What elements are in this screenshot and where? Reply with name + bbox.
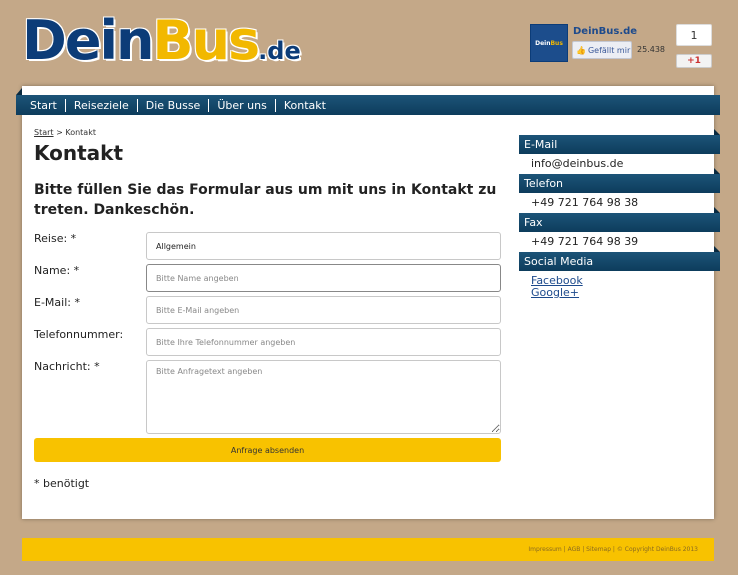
- breadcrumb: Start > Kontakt: [34, 128, 96, 137]
- reise-label: Reise: *: [34, 232, 77, 245]
- phone-label: Telefonnummer:: [34, 328, 124, 341]
- logo-bus-text: Bus: [152, 9, 260, 72]
- google-plus-button[interactable]: +1: [676, 54, 712, 68]
- sidebar-googleplus-link[interactable]: Google+: [531, 286, 579, 299]
- page-title: Kontakt: [34, 141, 124, 165]
- sidebar-phone-value: +49 721 764 98 38: [531, 196, 639, 209]
- logo-dein-text: Dein: [22, 9, 154, 72]
- intro-text: Bitte füllen Sie das Formular aus um mit…: [34, 182, 497, 218]
- google-plus-widget: 1 +1: [676, 24, 712, 68]
- google-plus-count: 1: [676, 24, 712, 46]
- facebook-like-box: Dein Bus DeinBus.de 👍 Gefällt mir 25.438: [530, 24, 668, 62]
- google-plus-label: +1: [687, 56, 701, 66]
- footer-bar: Impressum | AGB | Sitemap | © Copyright …: [22, 538, 714, 561]
- breadcrumb-separator: >: [53, 128, 66, 137]
- sidebar-fold-decoration: [714, 207, 720, 213]
- thumbs-up-icon: 👍: [576, 45, 586, 55]
- sidebar-heading-email: E-Mail: [519, 135, 720, 154]
- name-label: Name: *: [34, 264, 80, 277]
- sidebar-fold-decoration: [714, 129, 720, 135]
- sidebar-heading-fax: Fax: [519, 213, 720, 232]
- footer-links[interactable]: Impressum | AGB | Sitemap | © Copyright …: [528, 546, 698, 553]
- nav-item-start[interactable]: Start: [22, 98, 66, 112]
- facebook-like-button[interactable]: 👍 Gefällt mir: [572, 41, 632, 59]
- fb-thumb-dein: Dein: [535, 39, 551, 47]
- sidebar-fold-decoration: [714, 168, 720, 174]
- email-field[interactable]: [146, 296, 501, 324]
- logo-tld-text: .de: [258, 37, 301, 65]
- nav-item-reiseziele[interactable]: Reiseziele: [66, 98, 138, 112]
- message-field[interactable]: [146, 360, 501, 434]
- breadcrumb-current: Kontakt: [65, 128, 96, 137]
- site-logo[interactable]: DeinBus.de: [22, 14, 301, 68]
- breadcrumb-home-link[interactable]: Start: [34, 128, 54, 137]
- message-label: Nachricht: *: [34, 360, 100, 373]
- main-navigation: Start Reiseziele Die Busse Über uns Kont…: [16, 95, 720, 115]
- facebook-page-name[interactable]: DeinBus.de: [573, 26, 637, 37]
- facebook-like-label: Gefällt mir: [587, 45, 631, 55]
- reise-field[interactable]: [146, 232, 501, 260]
- nav-item-die-busse[interactable]: Die Busse: [138, 98, 210, 112]
- fb-thumb-bus: Bus: [550, 39, 563, 47]
- name-field[interactable]: [146, 264, 501, 292]
- phone-field[interactable]: [146, 328, 501, 356]
- nav-fold-decoration: [16, 88, 22, 95]
- nav-item-ueber-uns[interactable]: Über uns: [209, 98, 276, 112]
- facebook-page-thumbnail[interactable]: Dein Bus: [530, 24, 568, 62]
- sidebar-fax-value: +49 721 764 98 39: [531, 235, 639, 248]
- submit-button[interactable]: Anfrage absenden: [34, 438, 501, 462]
- sidebar-heading-social-media: Social Media: [519, 252, 720, 271]
- email-label: E-Mail: *: [34, 296, 80, 309]
- sidebar-fold-decoration: [714, 246, 720, 252]
- nav-item-kontakt[interactable]: Kontakt: [276, 99, 334, 112]
- required-note: * benötigt: [34, 477, 90, 490]
- facebook-like-count: 25.438: [637, 45, 665, 54]
- sidebar-email-value: info@deinbus.de: [531, 157, 624, 170]
- sidebar-heading-phone: Telefon: [519, 174, 720, 193]
